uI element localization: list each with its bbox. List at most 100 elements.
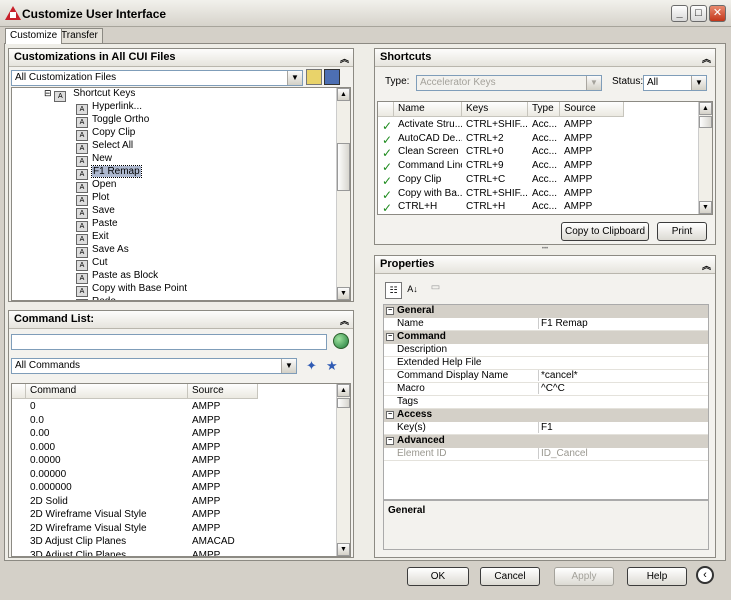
table-row[interactable]: 2D Wireframe Visual Style AMPP — [12, 509, 336, 523]
type-dropdown[interactable]: Accelerator Keys ▼ — [416, 75, 602, 91]
copy-to-clipboard-button[interactable]: Copy to Clipboard — [561, 222, 649, 241]
minimize-button[interactable]: _ — [671, 5, 688, 22]
scroll-thumb[interactable] — [699, 116, 712, 128]
tree-item[interactable]: A Open — [76, 179, 116, 193]
tab-customize[interactable]: Customize — [5, 28, 63, 44]
table-row[interactable]: 3D Adjust Clip Planes AMACAD — [12, 536, 336, 550]
close-button[interactable]: ✕ — [709, 5, 726, 22]
property-value[interactable]: F1 — [538, 422, 708, 433]
scroll-down-icon[interactable]: ▼ — [337, 287, 350, 300]
tree-item[interactable]: A Plot — [76, 192, 109, 206]
tree-node-shortcut-keys[interactable]: ⊟ A Shortcut Keys — [44, 88, 135, 102]
scroll-down-icon[interactable]: ▼ — [699, 201, 712, 214]
tree-item[interactable]: A Toggle Ortho — [76, 114, 149, 128]
table-row[interactable]: 0.000 AMPP — [12, 442, 336, 456]
property-row[interactable]: Tags — [384, 396, 708, 409]
table-row[interactable]: ✓ Copy with Ba... CTRL+SHIF... Acc... AMPP — [378, 188, 698, 202]
collapse-dialog-icon[interactable]: ‹ — [696, 566, 714, 584]
chevron-down-icon[interactable]: ▼ — [586, 76, 601, 90]
table-row[interactable]: 0 AMPP — [12, 401, 336, 415]
table-row[interactable]: 3D Adjust Clip Planes AMPP — [12, 550, 336, 557]
tree-item[interactable]: A Copy Clip — [76, 127, 135, 141]
tree-item[interactable]: A Paste — [76, 218, 118, 232]
tree-minus-icon[interactable]: ⊟ — [44, 88, 52, 98]
print-button[interactable]: Print — [657, 222, 707, 241]
collapse-category-icon[interactable]: − — [386, 437, 394, 445]
tab-transfer[interactable]: Transfer — [56, 28, 103, 43]
collapse-category-icon[interactable]: − — [386, 411, 394, 419]
tree-item[interactable]: A Paste as Block — [76, 270, 158, 284]
apply-button[interactable]: Apply — [554, 567, 614, 586]
property-row[interactable]: Name F1 Remap — [384, 318, 708, 331]
collapse-command-list-icon[interactable]: ︽ — [340, 314, 349, 327]
table-row[interactable]: ✓ Command Line CTRL+9 Acc... AMPP — [378, 160, 698, 174]
scroll-up-icon[interactable]: ▲ — [699, 102, 712, 115]
customizations-scrollbar[interactable]: ▲ ▼ — [336, 88, 350, 300]
table-row[interactable]: ✓ CTRL+H CTRL+H Acc... AMPP — [378, 201, 698, 214]
ok-button[interactable]: OK — [407, 567, 469, 586]
table-row[interactable]: ✓ Clean Screen CTRL+0 Acc... AMPP — [378, 146, 698, 160]
property-row[interactable]: Macro ^C^C — [384, 383, 708, 396]
table-row[interactable]: 0.00000 AMPP — [12, 469, 336, 483]
command-list-scrollbar[interactable]: ▲ ▼ — [336, 384, 350, 556]
load-partial-cui-icon[interactable] — [306, 69, 322, 85]
property-value[interactable]: ^C^C — [538, 383, 708, 394]
collapse-properties-icon[interactable]: ︽ — [702, 259, 711, 272]
scroll-thumb[interactable] — [337, 143, 350, 191]
property-value[interactable]: F1 Remap — [538, 318, 708, 329]
column-header-type[interactable]: Type — [528, 102, 560, 117]
tree-item[interactable]: A New — [76, 153, 112, 167]
chevron-down-icon[interactable]: ▼ — [281, 359, 296, 373]
splitter-handle[interactable]: ••• — [374, 246, 716, 252]
table-row[interactable]: 0.00 AMPP — [12, 428, 336, 442]
categorized-view-icon[interactable]: ☷ — [385, 282, 402, 299]
chevron-down-icon[interactable]: ▼ — [287, 71, 302, 85]
scroll-down-icon[interactable]: ▼ — [337, 543, 350, 556]
collapse-category-icon[interactable]: − — [386, 307, 394, 315]
collapse-shortcuts-icon[interactable]: ︽ — [702, 52, 711, 65]
property-category[interactable]: − General — [384, 305, 708, 318]
property-pages-icon[interactable]: ▭ — [427, 282, 444, 299]
table-row[interactable]: 0.0000 AMPP — [12, 455, 336, 469]
shortcuts-scrollbar[interactable]: ▲ ▼ — [698, 102, 712, 214]
help-button[interactable]: Help — [627, 567, 687, 586]
property-category[interactable]: − Advanced — [384, 435, 708, 448]
property-row[interactable]: Element ID ID_Cancel — [384, 448, 708, 461]
tree-item[interactable]: A F1 Remap — [76, 165, 142, 180]
property-value[interactable]: ID_Cancel — [538, 448, 708, 459]
save-icon[interactable] — [324, 69, 340, 85]
new-command-star-icon[interactable]: ★ — [326, 358, 338, 374]
property-value[interactable]: *cancel* — [538, 370, 708, 381]
property-category[interactable]: − Access — [384, 409, 708, 422]
table-row[interactable]: 2D Solid AMPP — [12, 496, 336, 510]
property-row[interactable]: Description — [384, 344, 708, 357]
status-dropdown[interactable]: All ▼ — [643, 75, 707, 91]
tree-item[interactable]: A Exit — [76, 231, 109, 245]
property-row[interactable]: Command Display Name *cancel* — [384, 370, 708, 383]
table-row[interactable]: ✓ Copy Clip CTRL+C Acc... AMPP — [378, 174, 698, 188]
command-filter-dropdown[interactable]: All Commands ▼ — [11, 358, 297, 374]
column-header-source[interactable]: Source — [188, 384, 258, 399]
property-row[interactable]: Extended Help File — [384, 357, 708, 370]
tree-item[interactable]: ARedo — [76, 296, 116, 300]
column-header-keys[interactable]: Keys — [462, 102, 528, 117]
table-row[interactable]: 2D Wireframe Visual Style AMPP — [12, 523, 336, 537]
column-header-command[interactable]: Command — [26, 384, 188, 399]
new-command-icon[interactable]: ✦ — [306, 358, 317, 374]
collapse-customizations-icon[interactable]: ︽ — [340, 52, 349, 65]
chevron-down-icon[interactable]: ▼ — [691, 76, 706, 90]
cancel-button[interactable]: Cancel — [480, 567, 540, 586]
tree-item[interactable]: A Save — [76, 205, 115, 219]
table-row[interactable]: 0.000000 AMPP — [12, 482, 336, 496]
tree-item[interactable]: A Cut — [76, 257, 108, 271]
property-row[interactable]: Key(s) F1 — [384, 422, 708, 435]
tree-item[interactable]: A Save As — [76, 244, 129, 258]
command-search-input[interactable] — [11, 334, 327, 350]
column-header-name[interactable]: Name — [394, 102, 462, 117]
column-header-source[interactable]: Source — [560, 102, 624, 117]
property-category[interactable]: − Command — [384, 331, 708, 344]
tree-item[interactable]: A Copy with Base Point — [76, 283, 187, 297]
maximize-button[interactable]: □ — [690, 5, 707, 22]
collapse-category-icon[interactable]: − — [386, 333, 394, 341]
tree-item[interactable]: A Hyperlink... — [76, 101, 142, 115]
